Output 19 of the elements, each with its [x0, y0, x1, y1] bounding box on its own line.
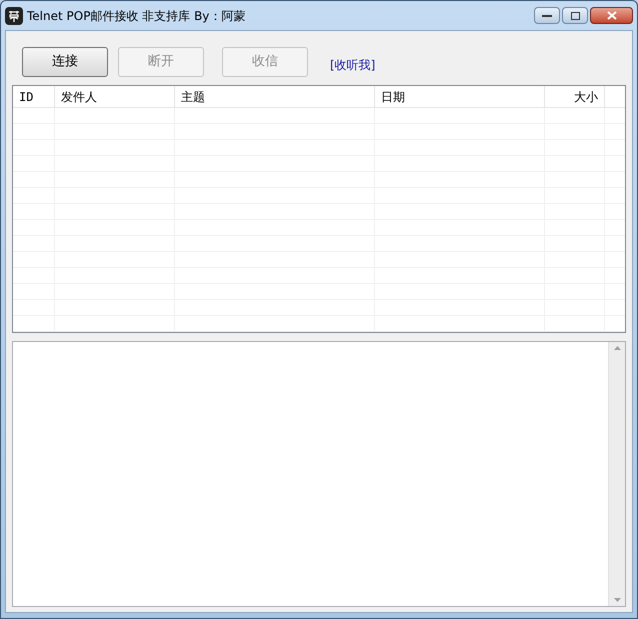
toolbar-button[interactable]: 连接 — [22, 47, 108, 77]
column-header[interactable]: 主题 — [175, 86, 375, 107]
scroll-down-arrow-icon[interactable] — [614, 598, 620, 602]
minimize-button[interactable] — [534, 7, 560, 24]
column-header[interactable]: 发件人 — [55, 86, 175, 107]
scrollbar[interactable] — [608, 342, 625, 606]
close-button[interactable] — [590, 7, 633, 24]
column-header[interactable]: ID — [13, 86, 55, 107]
maximize-button[interactable] — [562, 7, 588, 24]
follow-link[interactable]: [收听我] — [330, 56, 376, 74]
column-header[interactable]: 大小 — [545, 86, 605, 107]
column-header[interactable]: 日期 — [375, 86, 545, 107]
scroll-up-arrow-icon[interactable] — [614, 346, 620, 350]
log-text-area[interactable] — [12, 341, 626, 607]
maximize-icon — [570, 12, 580, 20]
minimize-icon — [542, 14, 552, 18]
window-title: Telnet POP邮件接收 非支持库 By：阿蒙 — [27, 8, 246, 24]
app-icon — [5, 6, 23, 24]
close-icon — [606, 11, 616, 20]
